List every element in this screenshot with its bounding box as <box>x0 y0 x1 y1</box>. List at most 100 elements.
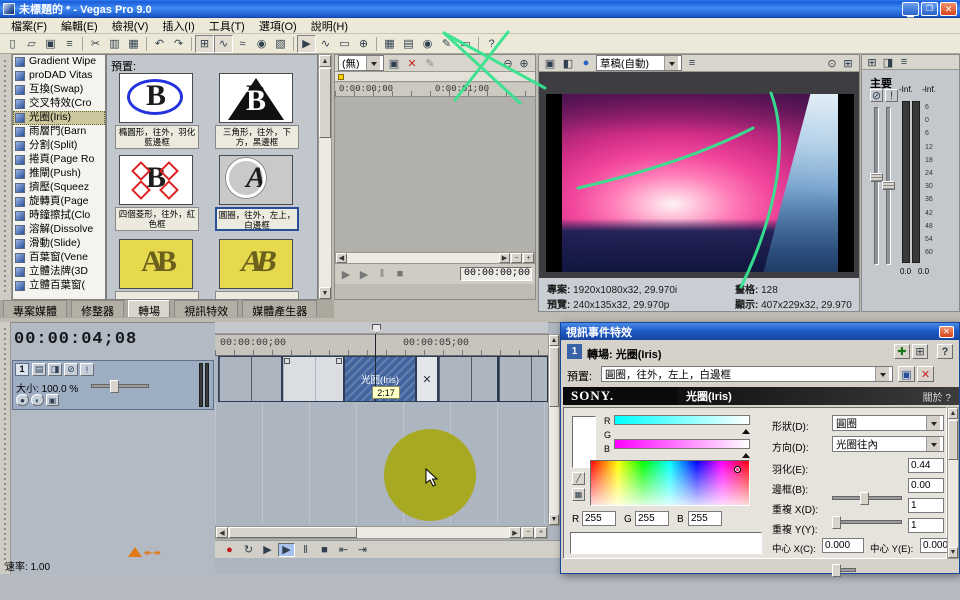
slider-thumb[interactable] <box>110 380 119 393</box>
cut-button[interactable]: ✂ <box>86 35 105 53</box>
preset-label[interactable]: 三角形，往外，下方，黑邊框 <box>215 125 299 149</box>
transition-list-item[interactable]: 立體百葉窗( <box>13 279 105 293</box>
menu-options[interactable]: 選項(O) <box>252 17 304 35</box>
slider-thumb[interactable] <box>860 492 869 505</box>
timeline-window-grip[interactable] <box>0 322 11 574</box>
timeline-ruler[interactable]: 00:00:00;00 00:00:05;00 <box>215 334 548 356</box>
menu-insert[interactable]: 插入(I) <box>155 17 201 35</box>
red-channel-slider[interactable] <box>614 415 750 425</box>
border-slider[interactable] <box>832 520 902 524</box>
menu-edit[interactable]: 編輯(E) <box>54 17 105 35</box>
undo-button[interactable]: ↶ <box>150 35 169 53</box>
lock-envelopes-toggle[interactable]: ◉ <box>252 35 271 53</box>
whats-this-help-button[interactable]: ? <box>482 35 501 53</box>
preset-thumbnail-partial[interactable]: AB <box>219 239 293 289</box>
timeline-hscrollbar[interactable]: ◀ ▶ − + <box>215 526 548 539</box>
fader-handle-right[interactable] <box>882 181 895 190</box>
scroll-right-arrow[interactable]: ▶ <box>509 527 521 538</box>
dropdown-arrow-icon[interactable] <box>875 367 889 381</box>
pause-button[interactable]: ‖ <box>297 543 314 557</box>
delete-preset-button[interactable]: ✕ <box>917 366 934 382</box>
trimmer-play-from-start-button[interactable]: ▶ <box>338 267 354 281</box>
trimmer-marker-bar[interactable] <box>335 72 535 82</box>
fade-handle-icon[interactable] <box>284 358 290 364</box>
dropdown-arrow-icon[interactable] <box>366 56 380 70</box>
playhead-cursor-marker[interactable] <box>372 324 381 333</box>
auto-ripple-toggle[interactable]: ≈ <box>233 35 252 53</box>
track-size-slider[interactable] <box>91 384 149 388</box>
trimmer-zoom-in-button[interactable]: ⊕ <box>516 56 532 71</box>
normal-edit-tool-button[interactable]: ▶ <box>297 35 316 53</box>
track-motion-button[interactable]: ● <box>16 394 29 406</box>
green-value-field[interactable] <box>635 511 669 526</box>
repeat-x-field[interactable] <box>908 498 944 513</box>
scroll-down-arrow[interactable]: ▼ <box>948 547 958 558</box>
preview-quality-select[interactable]: 草稿(自動) <box>596 55 682 71</box>
timeline-marker-icon[interactable] <box>128 540 142 557</box>
selection-edit-tool-button[interactable]: ▭ <box>335 35 354 53</box>
fade-handle-icon[interactable] <box>336 358 342 364</box>
shape-select[interactable]: 圓圈 <box>832 415 944 431</box>
trimmer-save-button[interactable]: ▣ <box>386 56 402 71</box>
preset-label[interactable]: 橢圓形，往外，羽化藍邊框 <box>115 125 199 149</box>
scroll-left-arrow[interactable]: ◀ <box>336 253 347 263</box>
fx-plugin-chain-button[interactable]: ⊞ <box>912 344 928 359</box>
scrollbar-thumb[interactable] <box>319 68 331 138</box>
clip-sunset[interactable] <box>218 356 282 402</box>
preset-thumbnail-ellipse[interactable]: B <box>119 73 193 123</box>
transition-list-item[interactable]: 時鐘擦拭(Clo <box>13 209 105 223</box>
tab-media-generators[interactable]: 媒體產生器 <box>242 300 317 317</box>
save-button[interactable]: ▣ <box>41 35 60 53</box>
dropdown-arrow-icon[interactable] <box>926 437 940 451</box>
video-event-fx-dialog[interactable]: 視訊事件特效 ✕ 1 轉場: 光圈(Iris) ✚ ⊞ ? 預置: 圓圈，往外，… <box>560 322 960 574</box>
fx-preset-combo[interactable]: 圓圈，往外，左上，白邊框 <box>601 366 893 382</box>
transition-list-item[interactable]: 滑動(Slide) <box>13 237 105 251</box>
video-track-header[interactable]: 1 ▤ ◨ ⊘ ! 大小: 100.0 % ● ◐ ▣ <box>12 360 214 410</box>
loop-playback-button[interactable]: ↻ <box>240 543 257 557</box>
mixer-insert-bus-button[interactable]: ⊞ <box>865 56 879 69</box>
auto-crossfade-toggle[interactable]: ∿ <box>214 35 233 53</box>
clip-mountain[interactable] <box>438 356 498 402</box>
timeline-zoom-out-button[interactable]: − <box>522 527 534 538</box>
external-monitor-button[interactable]: ▣ <box>542 56 558 71</box>
current-time-display[interactable]: 00:00:04;08 <box>14 330 212 354</box>
plugin-about-link[interactable]: 關於 ? <box>923 389 951 404</box>
feather-value-field[interactable] <box>908 458 944 473</box>
menu-tools[interactable]: 工具(T) <box>202 17 252 35</box>
fader-track-left[interactable] <box>874 107 879 265</box>
titlebar[interactable]: 未標題的 * - Vegas Pro 9.0 ▁ ❐ ✕ <box>0 0 960 18</box>
preset-thumbnail-partial[interactable]: AB <box>119 239 193 289</box>
mixer-solo-button[interactable]: ! <box>885 89 898 102</box>
trimmer-play-button[interactable]: ▶ <box>356 267 372 281</box>
ignore-event-grouping-toggle[interactable]: ▧ <box>271 35 290 53</box>
transition-list-item[interactable]: proDAD Vitas <box>13 69 105 83</box>
mixer-insert-fx-button[interactable]: ◨ <box>881 56 895 69</box>
trimmer-pen-button[interactable]: ✎ <box>422 56 438 71</box>
scroll-up-arrow[interactable]: ▲ <box>948 408 958 419</box>
play-button-active[interactable]: ▶ <box>278 543 295 557</box>
preset-thumbnail-diamonds[interactable]: B <box>119 155 193 205</box>
trimmer-marker-icon[interactable] <box>338 74 344 80</box>
save-preset-button[interactable]: ▣ <box>898 366 915 382</box>
envelope-edit-tool-button[interactable]: ∿ <box>316 35 335 53</box>
fx-dialog-titlebar[interactable]: 視訊事件特效 ✕ <box>561 323 959 340</box>
copy-snapshot-button[interactable]: ⊙ <box>824 56 840 71</box>
stop-button[interactable]: ■ <box>316 543 333 557</box>
fx-dialog-scrollbar[interactable]: ▲ ▼ <box>947 407 959 559</box>
scrollbar-thumb[interactable] <box>229 527 357 538</box>
trimmer-empty-area[interactable] <box>335 97 535 252</box>
scroll-down-arrow[interactable]: ▼ <box>549 514 559 525</box>
save-snapshot-button[interactable]: ⊞ <box>840 56 856 71</box>
track-minimize-button[interactable]: ▤ <box>32 363 46 376</box>
eraser-tool-button[interactable]: ▭ <box>456 35 475 53</box>
timeline-marker-bar[interactable] <box>215 322 548 334</box>
minimize-button[interactable]: ▁ <box>902 2 919 16</box>
zoom-edit-tool-button[interactable]: ⊕ <box>354 35 373 53</box>
trimmer-media-select[interactable]: (無) <box>338 55 384 71</box>
scroll-down-arrow[interactable]: ▼ <box>319 287 331 299</box>
automation-settings-button[interactable]: ◉ <box>418 35 437 53</box>
trimmer-zoom-out-button[interactable]: ⊖ <box>500 56 516 71</box>
transition-list-item[interactable]: 雨層門(Barn <box>13 125 105 139</box>
direction-select[interactable]: 光圈往內 <box>832 436 944 452</box>
scroll-up-arrow[interactable]: ▲ <box>319 55 331 67</box>
